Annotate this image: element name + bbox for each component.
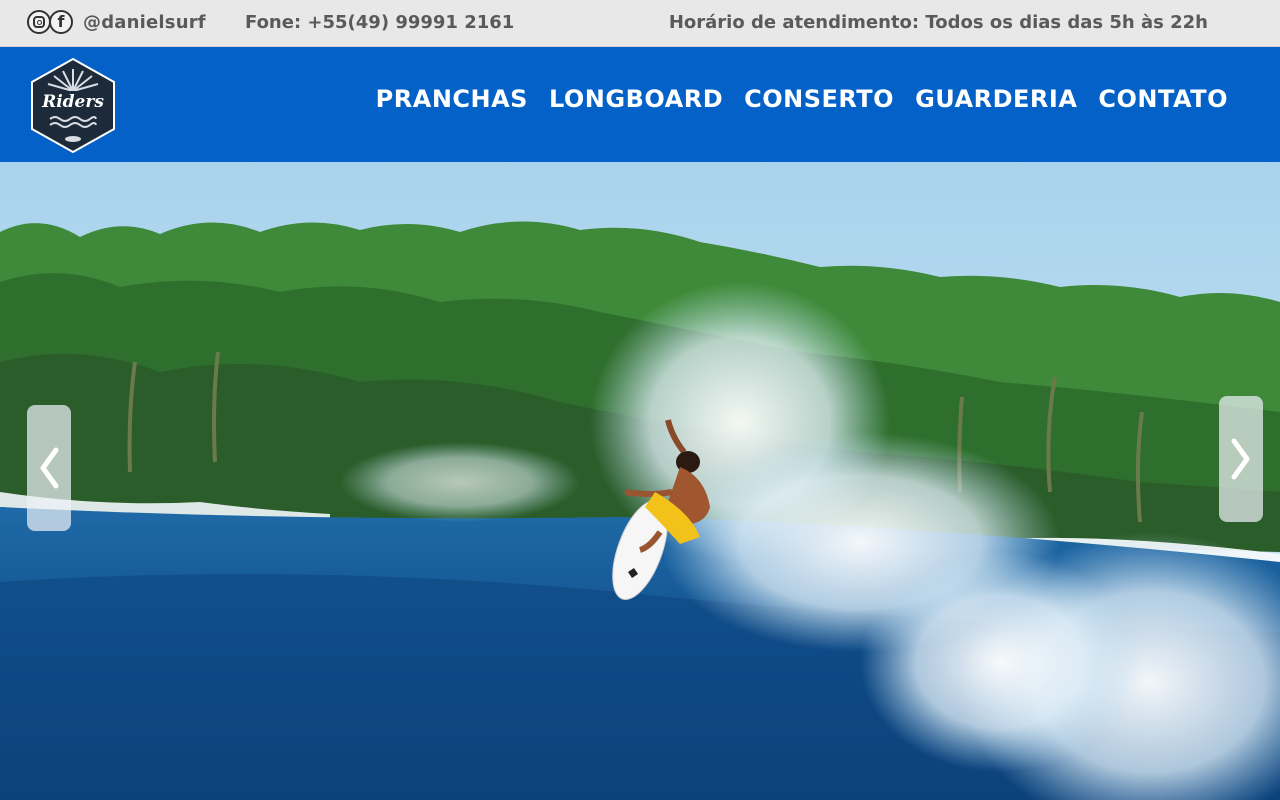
main-nav: PRANCHAS LONGBOARD CONSERTO GUARDERIA CO… [376, 85, 1228, 113]
social-links: f @danielsurf [27, 6, 206, 38]
surf-photo [0, 162, 1280, 800]
social-handle[interactable]: @danielsurf [83, 12, 206, 33]
chevron-left-icon [40, 447, 59, 489]
slider-prev-button[interactable] [27, 405, 71, 531]
riders-logo[interactable]: Riders [30, 57, 116, 154]
instagram-glyph [33, 16, 45, 28]
phone-number: Fone: +55(49) 99991 2161 [245, 12, 515, 33]
chevron-right-icon [1231, 438, 1250, 480]
hero-slider [0, 162, 1280, 800]
site-header: Riders PRANCHAS LONGBOARD CONSERTO GUARD… [0, 47, 1280, 162]
logo-wordmark: Riders [41, 92, 104, 112]
slider-next-button[interactable] [1219, 396, 1263, 522]
nav-conserto[interactable]: CONSERTO [744, 85, 894, 113]
top-info-bar: f @danielsurf Fone: +55(49) 99991 2161 H… [0, 0, 1280, 47]
nav-guarderia[interactable]: GUARDERIA [915, 85, 1077, 113]
nav-contato[interactable]: CONTATO [1098, 85, 1228, 113]
facebook-icon[interactable]: f [49, 10, 73, 34]
nav-longboard[interactable]: LONGBOARD [549, 85, 723, 113]
opening-hours: Horário de atendimento: Todos os dias da… [668, 12, 1208, 33]
nav-pranchas[interactable]: PRANCHAS [376, 85, 528, 113]
instagram-icon[interactable] [27, 10, 51, 34]
facebook-glyph: f [57, 12, 65, 31]
